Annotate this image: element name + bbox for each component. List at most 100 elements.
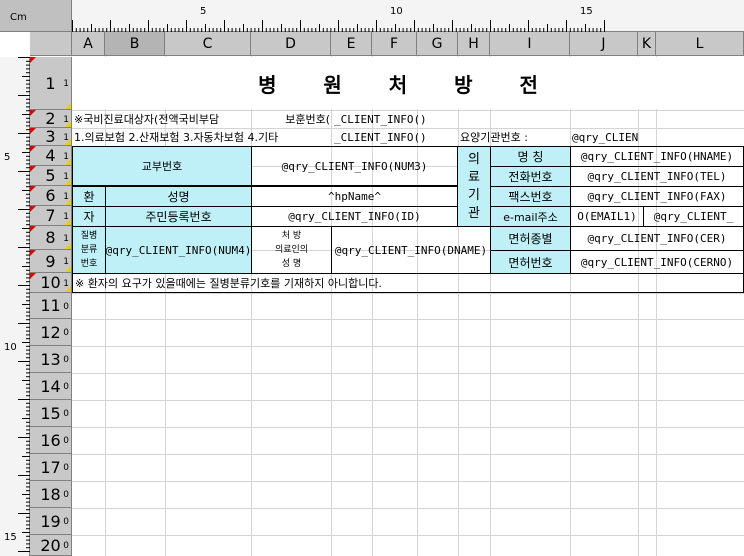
issuance-number-label[interactable]: 교부번호 [72,146,252,186]
row-header-15[interactable]: 15 0 [30,400,72,427]
column-header-b[interactable]: B [105,32,165,56]
column-header-c[interactable]: C [165,32,251,56]
insurance-number-field[interactable]: _CLIENT_INFO(N [332,128,418,146]
column-header-e[interactable]: E [331,32,372,56]
row-header-3[interactable]: 31 [30,128,72,146]
row-marker-start-icon [30,273,36,279]
ruler-unit-label: Cm [10,12,27,23]
row-header-7[interactable]: 71 [30,206,72,226]
institution-phone-label[interactable]: 전화번호 [490,166,571,187]
veteran-number-close[interactable]: ) [418,110,458,128]
insurance-type-options[interactable]: 1.의료보험 2.산재보험 3.자동차보험 4.기타 [72,128,332,146]
issuance-number-field[interactable]: @qry_CLIENT_INFO(NUM3) [251,146,458,186]
grid-line-horizontal [72,293,744,294]
row-header-label: 16 [40,431,61,450]
license-type-label[interactable]: 면허종별 [490,226,571,251]
patient-name-label[interactable]: 성명 [105,186,252,207]
grid-line-horizontal [72,481,744,482]
institution-fax-field[interactable]: @qry_CLIENT_INFO(FAX) [570,186,744,207]
institution-email-field-1[interactable]: O(EMAIL1) [570,206,644,227]
row-header-superscript: 0 [63,541,69,551]
row-header-12[interactable]: 12 0 [30,319,72,346]
row-marker-end-icon [65,159,71,165]
row-header-13[interactable]: 13 0 [30,346,72,373]
row-header-5[interactable]: 51 [30,166,72,186]
prescriber-name-field[interactable]: @qry_CLIENT_INFO(DNAME) [331,226,491,274]
row-header-19[interactable]: 19 0 [30,508,72,535]
row-header-superscript: 0 [63,490,69,500]
row-header-18[interactable]: 18 0 [30,481,72,508]
row-header-20[interactable]: 20 0 [30,535,72,556]
column-header-l[interactable]: L [656,32,744,56]
veteran-number-field[interactable]: _CLIENT_INFO(N [332,110,418,128]
horizontal-ruler[interactable]: 5 10 15 [72,0,744,32]
vertical-ruler-ticks [18,57,30,552]
resident-number-field[interactable]: @qry_CLIENT_INFO(ID) [251,206,458,227]
row-header-superscript: 0 [63,355,69,365]
row-header-17[interactable]: 17 0 [30,454,72,481]
column-header-f[interactable]: F [372,32,417,56]
row-header-2[interactable]: 21 [30,110,72,128]
prescription-title[interactable]: 병 원 처 방 전 [72,57,744,109]
row-header-14[interactable]: 14 0 [30,373,72,400]
resident-number-label[interactable]: 주민등록번호 [105,206,252,227]
row-header-9[interactable]: 91 [30,250,72,273]
row-header-4[interactable]: 41 [30,146,72,166]
institution-code-field[interactable]: @qry_CLIEN [570,128,638,146]
row-header-label: 11 [40,296,61,315]
grid-line-horizontal [72,427,744,428]
institution-name-label[interactable]: 명 칭 [490,146,571,167]
row-header-6[interactable]: 61 [30,186,72,206]
row-marker-end-icon [65,286,71,292]
ruler-corner: Cm [0,0,72,32]
row-header-8[interactable]: 81 [30,226,72,250]
institution-name-field[interactable]: @qry_CLIENT_INFO(HNAME) [570,146,744,167]
row-header-10[interactable]: 10 1 [30,273,72,293]
column-header-k[interactable]: K [638,32,656,56]
institution-email-field-2[interactable]: @qry_CLIENT_ [643,206,744,227]
row-header-label: 10 [40,273,61,292]
vruler-label-10: 10 [4,342,17,353]
institution-fax-label[interactable]: 팩스번호 [490,186,571,207]
row-header-11[interactable]: 11 0 [30,293,72,319]
disease-code-field[interactable]: @qry_CLIENT_INFO(NUM4) [105,226,252,274]
license-type-field[interactable]: @qry_CLIENT_INFO(CER) [570,226,744,251]
column-header-g[interactable]: G [417,32,458,56]
row-header-label: 14 [40,377,61,396]
institution-email-label[interactable]: e-mail주소 [490,206,571,227]
medical-institution-label[interactable]: 의 료 기 관 [457,146,491,227]
vruler-label-15: 15 [4,532,17,543]
select-all-corner[interactable] [30,32,72,56]
row-header-label: 3 [45,127,56,146]
row-header-superscript: 0 [63,328,69,338]
row-header-superscript: 0 [63,517,69,527]
row-header-label: 7 [45,206,56,225]
national-expense-note[interactable]: ※국비진료대상자(전액국비부담 [72,110,272,128]
spreadsheet-designer: { "ruler": { "unit_label": "Cm", "h_labe… [0,0,744,556]
disease-code-label[interactable]: 질병 분류 번호 [72,226,106,274]
patient-label-2[interactable]: 자 [72,206,106,227]
row-header-label: 18 [40,485,61,504]
insurance-number-close[interactable]: ) [418,128,458,146]
column-header-d[interactable]: D [251,32,331,56]
grid-line-horizontal [72,373,744,374]
institution-phone-field[interactable]: @qry_CLIENT_INFO(TEL) [570,166,744,187]
row-header-16[interactable]: 16 0 [30,427,72,454]
column-header-j[interactable]: J [570,32,638,56]
row-header-superscript: 0 [63,463,69,473]
vertical-ruler[interactable]: 5 10 15 [0,57,30,556]
column-header-i[interactable]: I [490,32,570,56]
patient-label-1[interactable]: 환 [72,186,106,207]
patient-name-field[interactable]: ^hpName^ [251,186,458,207]
column-header-a[interactable]: A [72,32,105,56]
disease-code-notice[interactable]: ※ 환자의 요구가 있을때에는 질병분류기호를 기재하지 아니합니다. [72,273,744,293]
row-marker-start-icon [30,226,36,232]
license-number-field[interactable]: @qry_CLIENT_INFO(CERNO) [570,250,744,274]
institution-code-label[interactable]: 요양기관번호 : [458,128,570,146]
row-header-1[interactable]: 11 [30,57,72,110]
column-header-h[interactable]: H [458,32,490,56]
veteran-number-label[interactable]: 보훈번호( [272,110,332,128]
row-marker-end-icon [65,179,71,185]
license-number-label[interactable]: 면허번호 [490,250,571,274]
prescriber-name-label[interactable]: 처 방 의료인의 성 명 [251,226,332,274]
